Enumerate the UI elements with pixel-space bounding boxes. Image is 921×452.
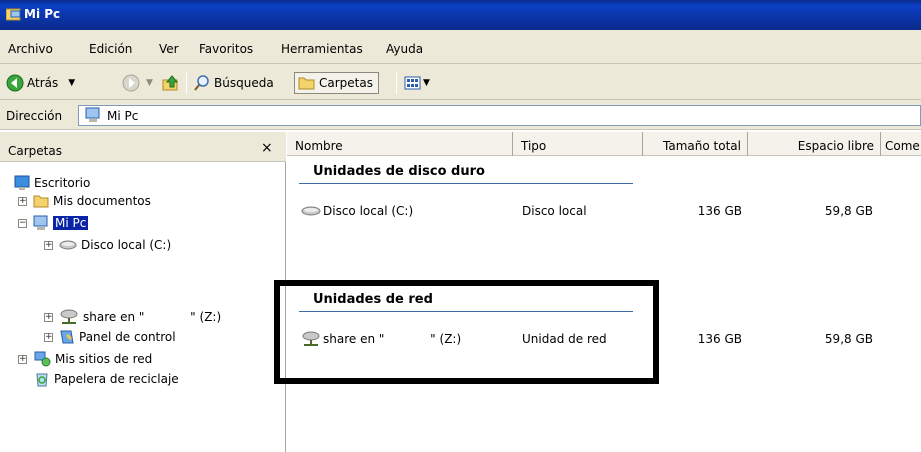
menu-bar: Archivo Edición Ver Favoritos Herramient… (0, 30, 921, 64)
expand-icon[interactable]: + (44, 240, 53, 250)
folder-computer-icon (6, 8, 21, 21)
column-header-name[interactable]: Nombre (287, 132, 513, 156)
tree-item-label: Escritorio (34, 176, 91, 190)
tree-item-papelera[interactable]: Papelera de reciclaje (34, 370, 179, 388)
menu-favoritos[interactable]: Favoritos (199, 42, 253, 56)
item-name: Disco local (C:) (323, 204, 414, 218)
tree-item-label: Papelera de reciclaje (54, 372, 179, 386)
column-header-comments[interactable]: Come (881, 132, 921, 156)
collapse-icon[interactable]: − (18, 218, 27, 228)
address-field[interactable]: Mi Pc (78, 105, 921, 126)
drive-icon (301, 206, 321, 216)
menu-herramientas[interactable]: Herramientas (281, 42, 363, 56)
recycle-bin-icon (36, 373, 48, 387)
forward-button[interactable]: ▼ (122, 73, 153, 93)
back-dropdown-icon[interactable]: ▼ (68, 78, 75, 88)
back-button[interactable]: Atrás ▼ (6, 73, 75, 93)
forward-arrow-icon (122, 74, 140, 92)
up-folder-button[interactable] (162, 73, 180, 93)
tree-item-share[interactable]: + share en " " (Z:) (44, 308, 221, 326)
group-separator (299, 183, 633, 184)
list-item-disco-local[interactable]: Disco local (C:) (301, 204, 413, 218)
tree-item-label: Disco local (C:) (81, 238, 172, 252)
address-value: Mi Pc (107, 109, 139, 123)
search-button[interactable]: Búsqueda (193, 73, 274, 93)
search-label: Búsqueda (214, 76, 274, 90)
back-arrow-icon (6, 74, 24, 92)
folder-icon (33, 195, 49, 208)
annotation-highlight-box (274, 280, 659, 384)
tree-item-desktop[interactable]: Escritorio (14, 174, 90, 192)
title-bar: Mi Pc (0, 0, 921, 30)
column-header-free[interactable]: Espacio libre (748, 132, 881, 156)
tree-item-label: Panel de control (79, 330, 176, 344)
up-folder-icon (162, 75, 179, 91)
views-icon (404, 76, 421, 90)
menu-ver[interactable]: Ver (159, 42, 179, 56)
column-header-type[interactable]: Tipo (513, 132, 643, 156)
menu-archivo[interactable]: Archivo (8, 42, 53, 56)
address-label: Dirección (6, 109, 63, 123)
toolbar-separator (186, 72, 187, 94)
tree-item-label: share en " " (Z:) (83, 310, 222, 324)
views-button[interactable]: ▼ (404, 73, 430, 93)
folders-pane-header: Carpetas × (0, 132, 286, 162)
forward-dropdown-icon[interactable]: ▼ (146, 78, 153, 88)
address-bar: Dirección Mi Pc (0, 100, 921, 130)
expand-icon[interactable]: + (18, 354, 27, 364)
tree-item-mis-sitios-de-red[interactable]: + Mis sitios de red (18, 350, 152, 368)
desktop-icon (14, 175, 30, 190)
expand-icon[interactable]: + (18, 196, 27, 206)
tree-item-disco-local[interactable]: + Disco local (C:) (44, 236, 171, 254)
folders-label: Carpetas (319, 76, 373, 90)
folders-pane: Carpetas × Escritorio + Mis documentos −… (0, 132, 286, 452)
item-free-space: 59,8 GB (824, 332, 873, 346)
tree-item-mi-pc[interactable]: − Mi Pc (18, 214, 89, 232)
item-free-space: 59,8 GB (824, 204, 873, 218)
window-title: Mi Pc (24, 7, 61, 21)
group-title: Unidades de disco duro (313, 164, 485, 179)
column-header-total[interactable]: Tamaño total (643, 132, 748, 156)
network-drive-icon (60, 309, 78, 324)
computer-icon (85, 107, 100, 122)
toolbar-separator (396, 72, 397, 94)
search-icon (194, 75, 209, 91)
close-icon[interactable]: × (261, 140, 273, 156)
control-panel-icon (60, 330, 74, 344)
tree-item-label: Mi Pc (53, 216, 89, 230)
views-dropdown-icon[interactable]: ▼ (423, 78, 430, 88)
tree-item-label: Mis sitios de red (55, 352, 153, 366)
expand-icon[interactable]: + (44, 332, 53, 342)
column-headers: Nombre Tipo Tamaño total Espacio libre C… (287, 132, 921, 156)
item-total-size: 136 GB (697, 204, 742, 218)
toolbar: Atrás ▼ ▼ Búsqueda Carpetas ▼ (0, 64, 921, 100)
tree-item-panel-control[interactable]: + Panel de control (44, 328, 176, 346)
menu-ayuda[interactable]: Ayuda (386, 42, 423, 56)
tree-item-mis-documentos[interactable]: + Mis documentos (18, 192, 151, 210)
item-type: Disco local (522, 204, 587, 218)
network-places-icon (34, 351, 51, 367)
drive-icon (59, 240, 77, 250)
folder-icon (298, 77, 315, 90)
menu-edicion[interactable]: Edición (89, 42, 132, 56)
computer-icon (33, 215, 48, 230)
tree-item-label: Mis documentos (53, 194, 151, 208)
expand-icon[interactable]: + (44, 312, 53, 322)
folders-button[interactable]: Carpetas (294, 72, 379, 94)
back-label: Atrás (27, 76, 59, 90)
folders-pane-title: Carpetas (8, 144, 62, 158)
